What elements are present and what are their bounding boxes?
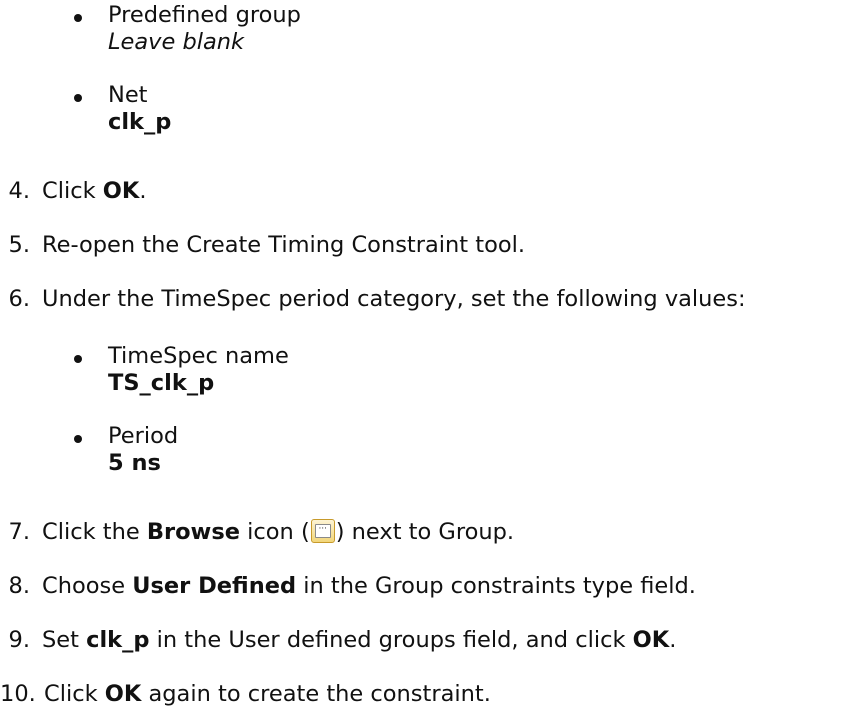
bullet-dot xyxy=(74,355,82,363)
step-text-mid: in the User defined groups field, and cl… xyxy=(149,627,633,653)
step-text-post: . xyxy=(139,178,147,204)
step-number: 9. xyxy=(8,627,30,653)
step-text-pre: Click xyxy=(44,681,105,707)
step-text: Re-open the Create Timing Constraint too… xyxy=(42,232,526,258)
step-number: 5. xyxy=(8,232,30,258)
step-text-bold: clk_p xyxy=(86,627,150,653)
bullet-value: 5 ns xyxy=(108,450,161,477)
instruction-document: Predefined group Leave blank Net clk_p 4… xyxy=(0,0,862,719)
step-number: 6. xyxy=(8,286,30,312)
step-text-post: in the Group constraints type field. xyxy=(296,573,696,599)
step-number: 7. xyxy=(8,519,30,545)
step-text-bold: OK xyxy=(104,681,142,707)
step-text: Click OK. xyxy=(42,178,146,205)
bullet-value: Leave blank xyxy=(108,29,245,56)
step-text-post: . xyxy=(669,627,677,653)
step-text-mid: icon ( xyxy=(240,519,310,545)
step-text-pre: Click the xyxy=(42,519,147,545)
bullet-label: Period xyxy=(108,423,179,449)
bullet-label: Predefined group xyxy=(108,2,301,28)
bullet-dot xyxy=(74,14,82,22)
step-number: 10. xyxy=(0,681,36,707)
step-text-pre: Choose xyxy=(42,573,133,599)
step-text: Under the TimeSpec period category, set … xyxy=(42,286,746,312)
bullet-label: TimeSpec name xyxy=(108,343,289,369)
bullet-value: TS_clk_p xyxy=(108,370,215,397)
bullet-dot xyxy=(74,435,82,443)
step-text: Click the Browse icon (···) next to Grou… xyxy=(42,519,514,546)
step-number: 4. xyxy=(8,178,30,204)
step-text-bold: Browse xyxy=(146,519,240,545)
bullet-label: Net xyxy=(108,82,148,108)
step-text-pre: Click xyxy=(42,178,103,204)
step-text: Choose User Defined in the Group constra… xyxy=(42,573,696,600)
step-text-bold: OK xyxy=(102,178,140,204)
bullet-dot xyxy=(74,94,82,102)
step-text-bold: OK xyxy=(632,627,670,653)
step-text: Set clk_p in the User defined groups fie… xyxy=(42,627,676,654)
bullet-net: Net clk_p xyxy=(74,82,172,137)
step-text-post: ) next to Group. xyxy=(335,519,515,545)
bullet-value: clk_p xyxy=(108,109,172,136)
bullet-predefined-group: Predefined group Leave blank xyxy=(74,2,301,57)
step-text-post: again to create the constraint. xyxy=(141,681,491,707)
step-number: 8. xyxy=(8,573,30,599)
step-text-bold: User Defined xyxy=(132,573,297,599)
step-text-pre: Set xyxy=(42,627,87,653)
bullet-timespec-name: TimeSpec name TS_clk_p xyxy=(74,343,289,398)
bullet-period: Period 5 ns xyxy=(74,423,179,478)
browse-icon: ··· xyxy=(310,519,335,543)
step-text: Click OK again to create the constraint. xyxy=(44,681,491,708)
